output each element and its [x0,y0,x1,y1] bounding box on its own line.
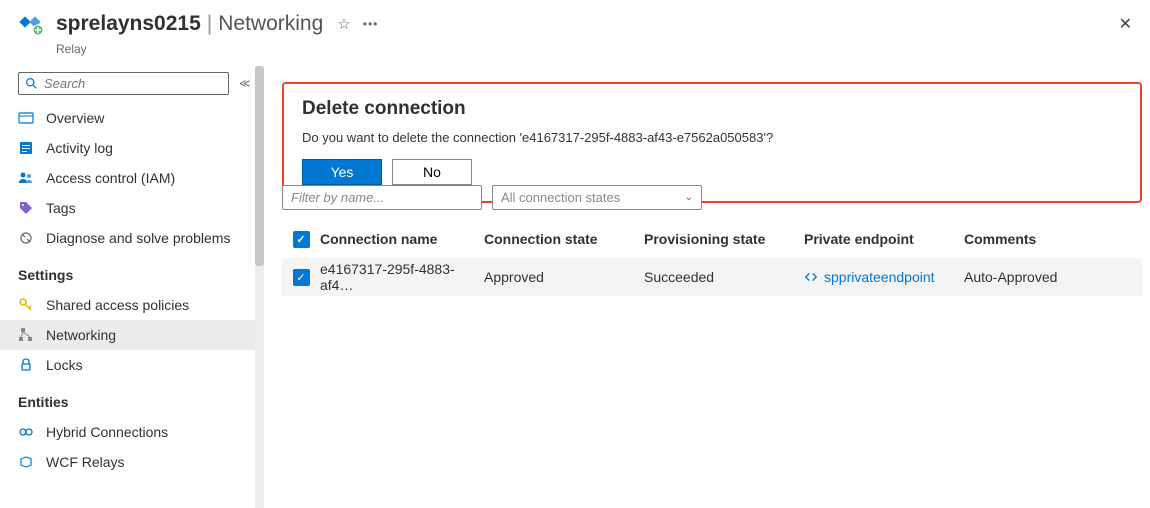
diagnose-icon [18,230,34,246]
section-name: Networking [218,12,323,36]
relay-resource-icon [18,10,46,38]
cell-connection-state: Approved [484,269,644,285]
sidebar-item-label: Access control (IAM) [46,170,175,186]
activity-icon [18,140,34,156]
search-icon [25,77,38,90]
table-header-row: ✓ Connection name Connection state Provi… [282,220,1142,258]
lock-icon [18,357,34,373]
delete-confirmation-dialog: Delete connection Do you want to delete … [282,82,1142,203]
sidebar-group-settings: Settings [0,253,256,290]
wcf-icon [18,454,34,470]
sidebar-item-label: Shared access policies [46,297,189,313]
tags-icon [18,200,34,216]
col-header-provisioning-state[interactable]: Provisioning state [644,231,804,247]
sidebar-group-entities: Entities [0,380,256,417]
sidebar-item-tags[interactable]: Tags [0,193,256,223]
private-endpoint-link[interactable]: spprivateendpoint [824,269,935,285]
key-icon [18,297,34,313]
confirm-yes-button[interactable]: Yes [302,159,382,185]
col-header-connection-name[interactable]: Connection name [320,231,484,247]
resource-name: sprelayns0215 [56,12,201,36]
cell-provisioning-state: Succeeded [644,269,804,285]
hybrid-icon [18,424,34,440]
dialog-message: Do you want to delete the connection 'e4… [302,130,1122,145]
sidebar-item-label: Diagnose and solve problems [46,230,230,246]
endpoint-icon [804,270,818,284]
page-title: sprelayns0215 | Networking [56,12,323,36]
sidebar-item-label: Activity log [46,140,113,156]
sidebar-item-overview[interactable]: Overview [0,103,256,133]
access-icon [18,170,34,186]
sidebar-item-label: Overview [46,110,104,126]
sidebar-item-access-control[interactable]: Access control (IAM) [0,163,256,193]
row-checkbox[interactable]: ✓ [293,269,310,286]
col-header-private-endpoint[interactable]: Private endpoint [804,231,964,247]
sidebar-item-label: Hybrid Connections [46,424,168,440]
close-icon[interactable]: ✕ [1119,14,1132,34]
sidebar-scrollbar[interactable] [255,66,264,508]
collapse-sidebar-icon[interactable]: ≪ [239,77,251,90]
dialog-title: Delete connection [302,98,1122,120]
sidebar-item-networking[interactable]: Networking [0,320,256,350]
sidebar-item-wcf-relays[interactable]: WCF Relays [0,447,256,477]
sidebar-item-label: Locks [46,357,83,373]
main-content: Delete connection Do you want to delete … [264,66,1150,508]
sidebar-item-diagnose[interactable]: Diagnose and solve problems [0,223,256,253]
col-header-connection-state[interactable]: Connection state [484,231,644,247]
overview-icon [18,110,34,126]
sidebar: ≪ Overview Activity log Access control (… [0,66,256,508]
connections-table: ✓ Connection name Connection state Provi… [282,220,1142,296]
sidebar-item-locks[interactable]: Locks [0,350,256,380]
sidebar-item-hybrid-connections[interactable]: Hybrid Connections [0,417,256,447]
col-header-comments[interactable]: Comments [964,231,1142,247]
select-all-checkbox[interactable]: ✓ [293,231,310,248]
sidebar-item-shared-access[interactable]: Shared access policies [0,290,256,320]
search-input[interactable] [44,76,222,91]
more-menu-button[interactable]: ••• [363,17,379,31]
cell-comments: Auto-Approved [964,269,1142,285]
sidebar-search[interactable] [18,72,229,95]
sidebar-item-label: Networking [46,327,116,343]
sidebar-item-label: WCF Relays [46,454,125,470]
confirm-no-button[interactable]: No [392,159,472,185]
cell-connection-name: e4167317-295f-4883-af4… [320,261,484,293]
table-row[interactable]: ✓ e4167317-295f-4883-af4… Approved Succe… [282,258,1142,296]
networking-icon [18,327,34,343]
resource-type-label: Relay [0,42,1150,56]
sidebar-item-label: Tags [46,200,76,216]
favorite-star-icon[interactable]: ☆ [337,15,350,33]
sidebar-item-activity-log[interactable]: Activity log [0,133,256,163]
